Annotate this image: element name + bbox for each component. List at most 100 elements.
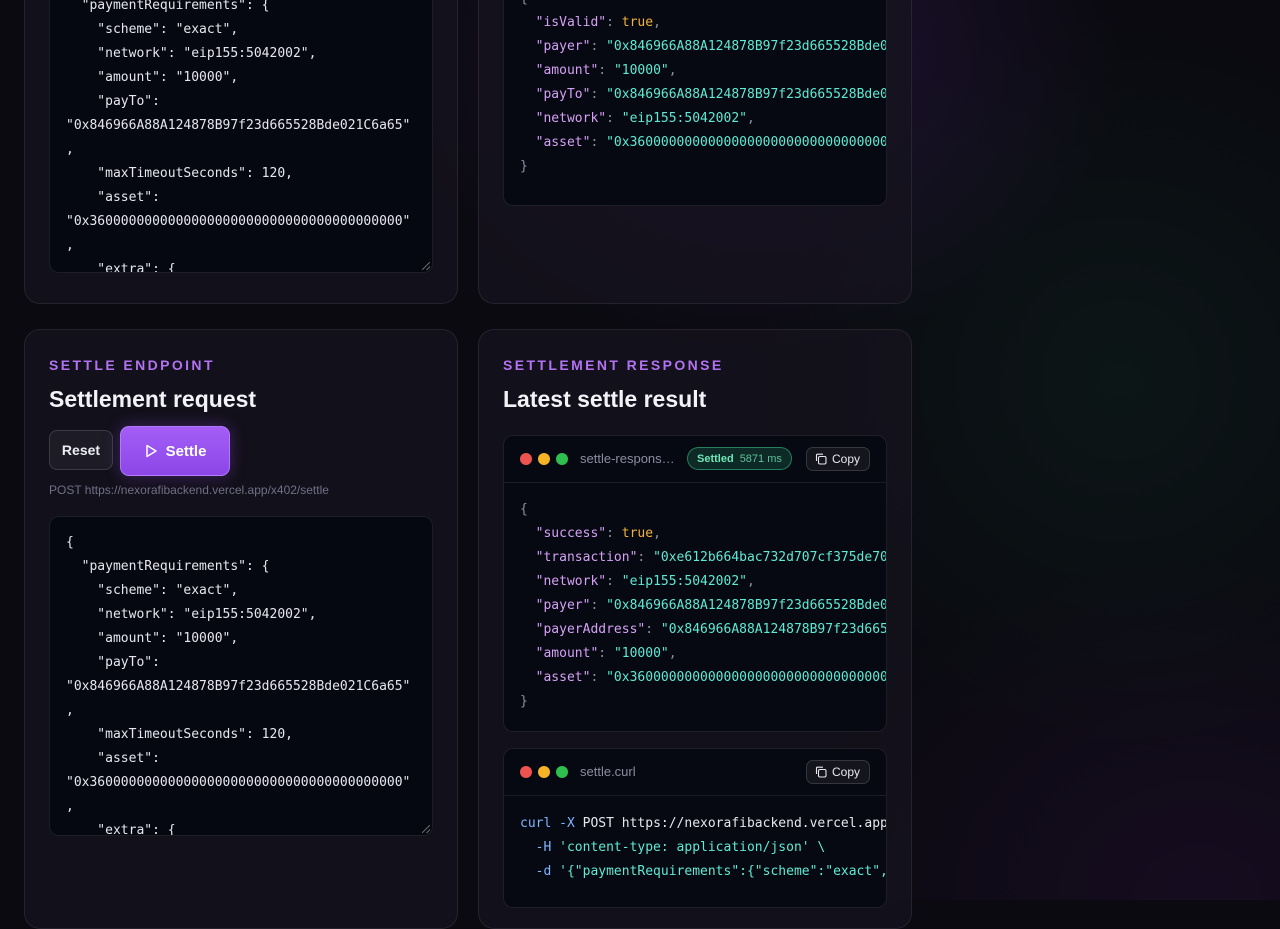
json-row: "isValid": true, bbox=[520, 15, 661, 30]
json-value: true bbox=[621, 15, 654, 30]
code-line: "0x846966A88A124878B97f23d665528Bde021C6… bbox=[66, 679, 411, 694]
settlement-response-eyebrow: SETTLEMENT RESPONSE bbox=[503, 357, 724, 373]
code-line: "scheme": "exact", bbox=[66, 22, 239, 37]
code-line: , bbox=[66, 703, 74, 718]
copy-icon bbox=[815, 766, 827, 778]
settle-request-editor[interactable]: { "paymentRequirements": { "scheme": "ex… bbox=[49, 516, 433, 836]
verify-response-code: { "isValid": true, "payer": "0x846966A88… bbox=[504, 0, 886, 179]
json-row: "success": true, bbox=[520, 526, 661, 541]
window-dot-green bbox=[556, 453, 568, 465]
settlement-response-card: SETTLEMENT RESPONSE Latest settle result… bbox=[478, 329, 912, 929]
reset-button[interactable]: Reset bbox=[49, 430, 113, 470]
json-row: "payer": "0x846966A88A124878B97f23d66552… bbox=[520, 598, 886, 613]
verify-request-code[interactable]: "paymentRequirements": { "scheme": "exac… bbox=[50, 0, 432, 273]
json-key: "payer" bbox=[535, 39, 591, 54]
json-row: "amount": "10000", bbox=[520, 63, 677, 78]
json-value: "0x846966A88A124878B97f23d665528Bde021C6… bbox=[606, 39, 886, 54]
code-line: "paymentRequirements": { bbox=[66, 559, 270, 574]
resize-grip[interactable] bbox=[422, 825, 430, 833]
status-badge: Settled 5871 ms bbox=[687, 447, 792, 470]
settle-request-code[interactable]: { "paymentRequirements": { "scheme": "ex… bbox=[50, 517, 432, 836]
curl-line-3: '{"paymentRequirements":{"scheme":"exact… bbox=[559, 864, 886, 879]
json-brace: } bbox=[520, 694, 528, 709]
curl-code: curl -X POST https://nexorafibackend.ver… bbox=[504, 796, 886, 884]
json-key: "asset" bbox=[535, 670, 591, 685]
code-line: "scheme": "exact", bbox=[66, 583, 239, 598]
code-line: "paymentRequirements": { bbox=[66, 0, 270, 13]
play-icon bbox=[145, 444, 157, 458]
resize-grip[interactable] bbox=[422, 262, 430, 270]
verify-request-editor[interactable]: "paymentRequirements": { "scheme": "exac… bbox=[49, 0, 433, 273]
response-filename: settle-response.json bbox=[580, 451, 680, 466]
code-line: "0x3600000000000000000000000000000000000… bbox=[66, 775, 411, 790]
json-key: "success" bbox=[535, 526, 607, 541]
curl-codebox: settle.curl Copy curl -X POST https://ne… bbox=[503, 748, 887, 908]
json-colon: : bbox=[590, 39, 607, 54]
json-row: "network": "eip155:5042002", bbox=[520, 574, 755, 589]
code-line: "extra": { bbox=[66, 262, 176, 273]
json-row: "asset": "0x3600000000000000000000000000… bbox=[520, 135, 886, 150]
json-value: "eip155:5042002" bbox=[621, 574, 747, 589]
code-line: { bbox=[66, 535, 74, 550]
json-value: "0xe612b664bac732d707cf375de70 bbox=[653, 550, 887, 565]
json-row: "network": "eip155:5042002", bbox=[520, 111, 755, 126]
code-line: "extra": { bbox=[66, 823, 176, 836]
json-comma: , bbox=[668, 646, 677, 661]
settle-response-codebox: settle-response.json Settled 5871 ms Cop… bbox=[503, 435, 887, 732]
json-colon: : bbox=[637, 550, 654, 565]
copy-label: Copy bbox=[831, 452, 860, 466]
json-key: "amount" bbox=[535, 63, 599, 78]
json-brace: { bbox=[520, 0, 528, 6]
json-key: "amount" bbox=[535, 646, 599, 661]
json-colon: : bbox=[606, 15, 622, 30]
copy-response-button[interactable]: Copy bbox=[805, 447, 870, 471]
code-line: , bbox=[66, 238, 74, 253]
settle-button[interactable]: Settle bbox=[120, 426, 230, 476]
code-line: "payTo": bbox=[66, 655, 160, 670]
curl-line-1: POST https://nexorafibackend.vercel.app/… bbox=[582, 816, 887, 831]
json-row: "payTo": "0x846966A88A124878B97f23d66552… bbox=[520, 87, 886, 102]
json-key: "payer" bbox=[535, 598, 591, 613]
reset-button-label: Reset bbox=[61, 442, 101, 458]
json-row: "amount": "10000", bbox=[520, 646, 677, 661]
json-row: "asset": "0x3600000000000000000000000000… bbox=[520, 670, 886, 685]
json-comma: , bbox=[668, 63, 677, 78]
json-colon: : bbox=[590, 87, 607, 102]
json-value: "0x3600000000000000000000000000000000000… bbox=[606, 670, 886, 685]
code-line: "amount": "10000", bbox=[66, 631, 239, 646]
json-value: "0x3600000000000000000000000000000000000… bbox=[606, 135, 886, 150]
json-value: "0x846966A88A124878B97f23d665528Bde021C6… bbox=[606, 598, 886, 613]
window-dot-red bbox=[520, 766, 532, 778]
copy-curl-button[interactable]: Copy bbox=[805, 760, 870, 784]
json-key: "payerAddress" bbox=[535, 622, 646, 637]
verify-request-card: "paymentRequirements": { "scheme": "exac… bbox=[24, 0, 458, 304]
json-comma: , bbox=[747, 111, 755, 126]
status-badge-label: Settled bbox=[697, 452, 734, 465]
json-colon: : bbox=[598, 63, 614, 78]
code-line: , bbox=[66, 799, 74, 814]
json-row: "transaction": "0xe612b664bac732d707cf37… bbox=[520, 550, 887, 565]
verify-response-card: { "isValid": true, "payer": "0x846966A88… bbox=[478, 0, 912, 304]
window-dot-yellow bbox=[538, 453, 550, 465]
json-colon: : bbox=[606, 111, 622, 126]
settle-endpoint-title: Settlement request bbox=[49, 386, 257, 412]
codebox-header: settle-response.json Settled 5871 ms Cop… bbox=[504, 436, 886, 483]
json-value: "10000" bbox=[613, 646, 669, 661]
json-key: "network" bbox=[535, 111, 607, 126]
window-dot-green bbox=[556, 766, 568, 778]
window-dot-red bbox=[520, 453, 532, 465]
json-key: "network" bbox=[535, 574, 607, 589]
settle-endpoint-eyebrow: SETTLE ENDPOINT bbox=[49, 357, 215, 373]
json-colon: : bbox=[598, 646, 614, 661]
json-key: "transaction" bbox=[535, 550, 638, 565]
json-comma: , bbox=[747, 574, 755, 589]
json-colon: : bbox=[590, 135, 607, 150]
code-line: , bbox=[66, 142, 74, 157]
json-colon: : bbox=[645, 622, 661, 637]
json-key: "asset" bbox=[535, 135, 591, 150]
settlement-response-title: Latest settle result bbox=[503, 386, 707, 412]
endpoint-url: POST https://nexorafibackend.vercel.app/… bbox=[49, 483, 329, 497]
settle-endpoint-card: SETTLE ENDPOINT Settlement request Reset… bbox=[24, 329, 458, 929]
json-value: "0x846966A88A124878B97f23d665528Bde021C6… bbox=[660, 622, 886, 637]
code-line: "asset": bbox=[66, 751, 160, 766]
